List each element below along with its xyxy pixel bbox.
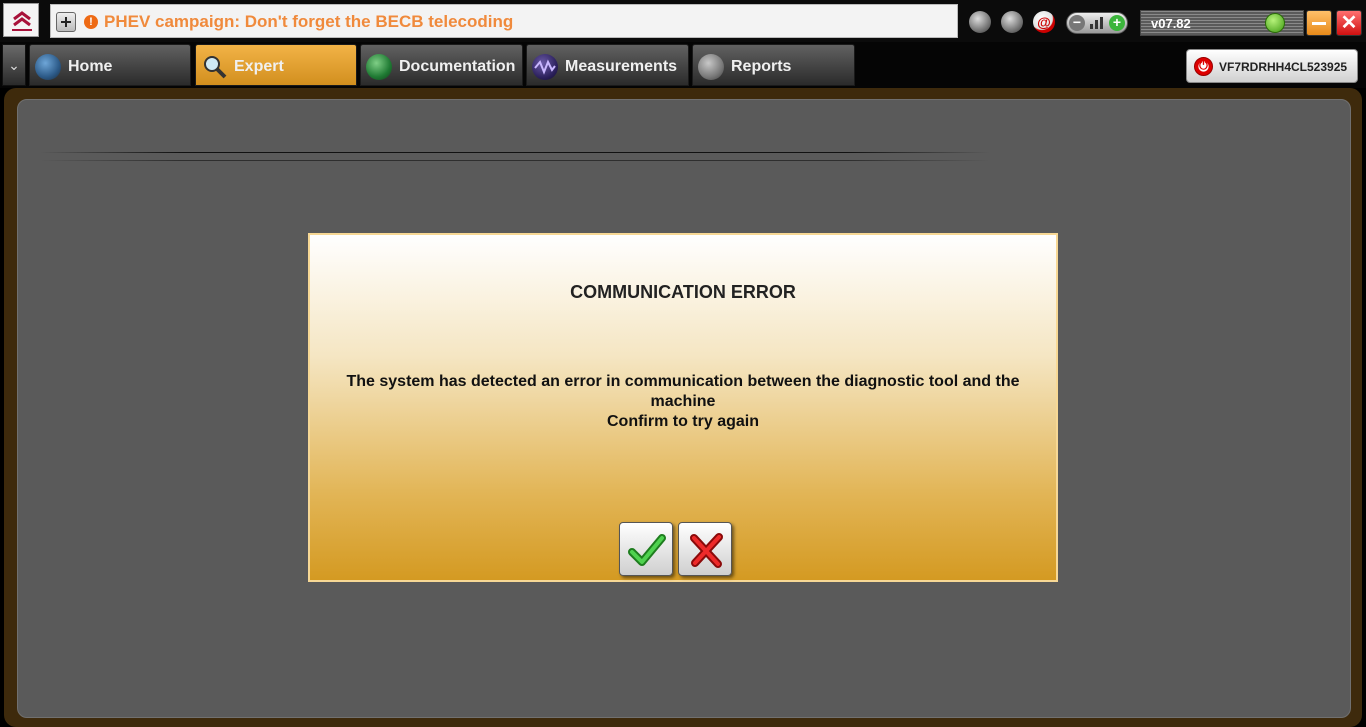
version-indicator: v07.82 bbox=[1140, 10, 1304, 36]
tab-expert[interactable]: Expert bbox=[195, 44, 357, 86]
tab-reports[interactable]: Reports bbox=[692, 44, 855, 86]
magnifier-icon bbox=[201, 54, 227, 80]
notification-bar: ! PHEV campaign: Don't forget the BECB t… bbox=[50, 4, 958, 38]
report-icon bbox=[698, 54, 724, 80]
communication-error-dialog: COMMUNICATION ERROR The system has detec… bbox=[308, 233, 1058, 582]
volume-down-icon[interactable]: − bbox=[1069, 15, 1085, 31]
tab-bar: ⌄ Home Expert Documentation Measurements… bbox=[0, 42, 1366, 88]
vin-label: VF7RDRHH4CL523925 bbox=[1219, 60, 1348, 74]
divider bbox=[40, 152, 990, 153]
cancel-button[interactable] bbox=[678, 522, 732, 576]
tab-label: Documentation bbox=[399, 58, 516, 75]
tab-measurements[interactable]: Measurements bbox=[526, 44, 689, 86]
tab-menu-chevron-down-icon[interactable]: ⌄ bbox=[2, 44, 26, 86]
notification-text[interactable]: PHEV campaign: Don't forget the BECB tel… bbox=[104, 12, 513, 32]
mail-icon[interactable]: @ bbox=[1033, 11, 1055, 33]
tab-home[interactable]: Home bbox=[29, 44, 191, 86]
minimize-button[interactable] bbox=[1306, 10, 1332, 36]
version-label: v07.82 bbox=[1151, 16, 1191, 31]
cross-icon bbox=[690, 533, 723, 568]
book-icon bbox=[366, 54, 392, 80]
dialog-message: The system has detected an error in comm… bbox=[340, 372, 1026, 432]
tab-label: Expert bbox=[234, 58, 284, 75]
confirm-button[interactable] bbox=[619, 522, 673, 576]
connection-status-icon[interactable] bbox=[1265, 13, 1285, 33]
dialog-message-line: Confirm to try again bbox=[606, 413, 759, 430]
tab-documentation[interactable]: Documentation bbox=[360, 44, 523, 86]
vehicle-vin-button[interactable]: ⏻ VF7RDRHH4CL523925 bbox=[1186, 49, 1358, 83]
tab-label: Measurements bbox=[565, 58, 678, 75]
dialog-message-line: The system has detected an error in comm… bbox=[346, 373, 1020, 410]
tab-label: Home bbox=[68, 58, 113, 75]
volume-level-icon bbox=[1090, 17, 1104, 29]
globe-icon bbox=[35, 54, 61, 80]
dialog-title: COMMUNICATION ERROR bbox=[570, 282, 796, 302]
download-icon[interactable] bbox=[969, 11, 991, 33]
warning-icon: ! bbox=[84, 15, 98, 29]
close-button[interactable]: ✕ bbox=[1336, 10, 1362, 36]
volume-up-icon[interactable]: + bbox=[1109, 15, 1125, 31]
divider bbox=[40, 160, 990, 161]
add-icon[interactable] bbox=[56, 12, 76, 32]
power-icon: ⏻ bbox=[1194, 57, 1213, 76]
tab-label: Reports bbox=[731, 58, 792, 75]
checkmark-icon bbox=[628, 534, 666, 566]
user-icon[interactable] bbox=[1001, 11, 1023, 33]
citroen-logo bbox=[3, 3, 39, 37]
waveform-icon bbox=[532, 54, 558, 80]
mail-glyph: @ bbox=[1037, 14, 1051, 30]
volume-control[interactable]: − + bbox=[1066, 12, 1128, 34]
top-bar: ! PHEV campaign: Don't forget the BECB t… bbox=[0, 0, 1366, 42]
